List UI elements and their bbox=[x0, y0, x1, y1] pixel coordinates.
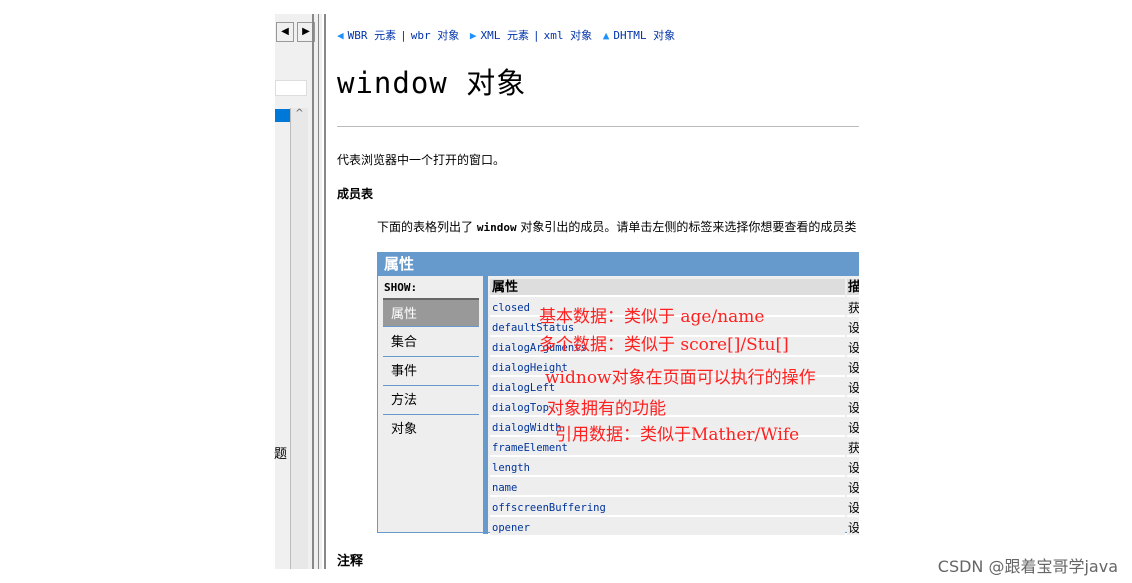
property-link[interactable]: offscreenBuffering bbox=[490, 499, 845, 517]
column-header: 描 bbox=[847, 279, 859, 297]
scroll-up-icon[interactable]: ^ bbox=[291, 108, 308, 119]
property-description: 设 bbox=[847, 499, 859, 517]
annotation: widnow对象在页面可以执行的操作 bbox=[545, 368, 816, 388]
link-xml-object[interactable]: xml 对象 bbox=[544, 29, 593, 42]
table-title: 属性 bbox=[378, 253, 859, 276]
prev-button[interactable]: ◀ bbox=[276, 22, 294, 42]
next-arrow-icon: ▶ bbox=[469, 29, 477, 42]
search-input[interactable] bbox=[275, 80, 307, 96]
tab-properties[interactable]: 属性 bbox=[383, 298, 479, 327]
annotation: 多个数据：类似于 score[]/Stu[] bbox=[539, 335, 789, 355]
intro-code: window bbox=[476, 221, 517, 234]
property-description: 设 bbox=[847, 379, 859, 397]
watermark: CSDN @跟着宝哥学java bbox=[937, 557, 1118, 576]
property-link[interactable]: dialogTop bbox=[490, 399, 845, 417]
property-description: 设 bbox=[847, 359, 859, 377]
members-heading: 成员表 bbox=[337, 187, 374, 201]
annotation: 引用数据：类似于Mather/Wife bbox=[555, 425, 800, 445]
page-title: window 对象 bbox=[337, 66, 527, 100]
selected-item[interactable] bbox=[275, 109, 290, 122]
intro-text: 对象引出的成员。请单击左侧的标签来选择你想要查看的成员类 bbox=[516, 220, 857, 234]
divider bbox=[318, 14, 319, 569]
property-link[interactable]: length bbox=[490, 459, 845, 477]
splitter[interactable] bbox=[312, 14, 314, 569]
divider bbox=[324, 14, 326, 569]
divider bbox=[483, 276, 488, 534]
link-xml-element[interactable]: XML 元素 bbox=[481, 29, 530, 42]
property-description: 获 bbox=[847, 299, 859, 317]
property-link[interactable]: opener bbox=[490, 519, 845, 537]
tab-methods[interactable]: 方法 bbox=[383, 386, 479, 415]
property-description: 设 bbox=[847, 419, 859, 437]
intro-text: 下面的表格列出了 bbox=[377, 220, 477, 234]
property-description: 设 bbox=[847, 399, 859, 417]
members-intro: 下面的表格列出了 window 对象引出的成员。请单击左侧的标签来选择你想要查看… bbox=[377, 218, 856, 235]
description: 代表浏览器中一个打开的窗口。 bbox=[337, 153, 506, 167]
annotation: 对象拥有的功能 bbox=[547, 399, 666, 419]
members-table: 属性 SHOW: 属性 集合 事件 方法 对象 属性描 closed 获 defaul… bbox=[377, 252, 859, 537]
clipped-text: 题 bbox=[274, 447, 288, 462]
nav-links: ◀ WBR 元素 | wbr 对象 ▶ XML 元素 | xml 对象 ▲ DHTML 对象 bbox=[337, 27, 679, 43]
up-arrow-icon: ▲ bbox=[602, 29, 610, 42]
property-description: 设 bbox=[847, 459, 859, 477]
annotation: 基本数据：类似于 age/name bbox=[539, 307, 765, 327]
prev-arrow-icon: ◀ bbox=[337, 29, 344, 42]
scrollbar[interactable]: ^ bbox=[290, 108, 308, 569]
property-link[interactable]: name bbox=[490, 479, 845, 497]
separator: | bbox=[400, 29, 407, 42]
content-pane: ◀ WBR 元素 | wbr 对象 ▶ XML 元素 | xml 对象 ▲ DHTML 对象 … bbox=[337, 0, 859, 583]
tab-collections[interactable]: 集合 bbox=[383, 328, 479, 357]
property-description: 设 bbox=[847, 479, 859, 497]
link-wbr-object[interactable]: wbr 对象 bbox=[411, 29, 460, 42]
link-dhtml-object[interactable]: DHTML 对象 bbox=[613, 29, 675, 42]
link-wbr-element[interactable]: WBR 元素 bbox=[348, 29, 397, 42]
notes-heading: 注释 bbox=[337, 554, 364, 569]
property-description: 设 bbox=[847, 339, 859, 357]
property-description: 设 bbox=[847, 519, 859, 537]
separator: | bbox=[533, 29, 540, 42]
property-description: 设 bbox=[847, 319, 859, 337]
column-header: 属性 bbox=[490, 279, 845, 297]
property-description: 获 bbox=[847, 439, 859, 457]
show-label: SHOW: bbox=[384, 281, 418, 294]
tab-objects[interactable]: 对象 bbox=[383, 415, 479, 444]
divider bbox=[337, 126, 859, 127]
tab-events[interactable]: 事件 bbox=[383, 357, 479, 386]
